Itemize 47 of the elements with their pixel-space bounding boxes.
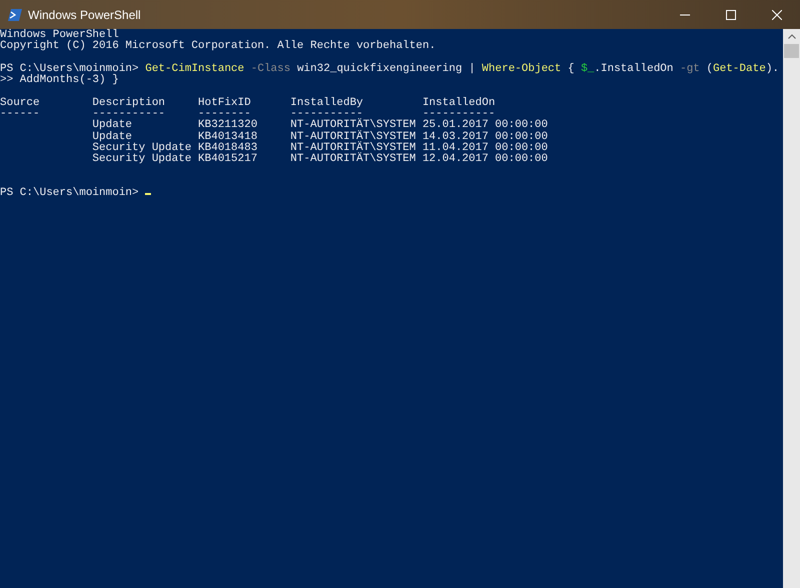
- prompt-text: PS C:\Users\moinmoin>: [0, 62, 140, 75]
- table-cell: Security Update: [92, 153, 192, 166]
- window-title: Windows PowerShell: [28, 6, 141, 24]
- command-token: (: [705, 62, 713, 75]
- column-header: Source: [0, 96, 40, 109]
- table-cell: 12.04.2017 00:00:00: [422, 153, 548, 166]
- command-token: {: [566, 62, 576, 75]
- table-cell: KB3211320: [198, 119, 258, 132]
- scrollbar[interactable]: [783, 29, 800, 588]
- table-cell: 25.01.2017 00:00:00: [422, 119, 548, 132]
- column-header: InstalledOn: [422, 96, 496, 109]
- command-token: Get-Date: [713, 62, 766, 75]
- command-token: win32_quickfixengineering |: [296, 62, 476, 75]
- column-header: InstalledBy: [290, 96, 364, 109]
- header-rule: -----------: [92, 108, 166, 120]
- command-token: ).: [766, 62, 780, 75]
- scrollbar-thumb[interactable]: [784, 44, 799, 58]
- table-cell: KB4018483: [198, 142, 258, 154]
- command-token: -gt: [680, 62, 700, 75]
- text-cursor: [145, 193, 152, 196]
- table-cell: NT-AUTORITÄT\SYSTEM: [290, 153, 416, 166]
- column-header: HotFixID: [198, 96, 251, 109]
- command-continuation: >> AddMonths(-3) }: [0, 74, 119, 86]
- command-token: Where-Object: [482, 62, 562, 75]
- table-cell: 14.03.2017 00:00:00: [422, 130, 548, 143]
- header-rule: ------: [0, 108, 40, 120]
- command-token: $_: [580, 62, 594, 75]
- powershell-icon: [8, 8, 22, 20]
- header-rule: --------: [198, 108, 251, 120]
- table-cell: KB4015217: [198, 153, 258, 166]
- table-cell: 11.04.2017 00:00:00: [422, 142, 548, 154]
- console-text: Windows PowerShell: [0, 29, 119, 41]
- column-header: Description: [92, 96, 166, 109]
- command-token: .InstalledOn: [594, 62, 674, 75]
- table-cell: Security Update: [92, 142, 192, 154]
- scroll-up-icon[interactable]: [788, 34, 796, 39]
- header-rule: -----------: [422, 108, 496, 120]
- maximize-icon: [726, 10, 736, 20]
- table-cell: Update: [92, 130, 132, 143]
- table-cell: Update: [92, 119, 132, 132]
- prompt-text: PS C:\Users\moinmoin>: [0, 187, 140, 200]
- table-cell: NT-AUTORITÄT\SYSTEM: [290, 119, 416, 132]
- console-text: Copyright (C) 2016 Microsoft Corporation. Alle Rechte vorbehalten.: [0, 40, 436, 52]
- close-icon: [772, 10, 782, 20]
- command-token: Get-CimInstance: [145, 62, 244, 75]
- table-cell: KB4013418: [198, 130, 258, 143]
- command-token: -Class: [250, 62, 290, 75]
